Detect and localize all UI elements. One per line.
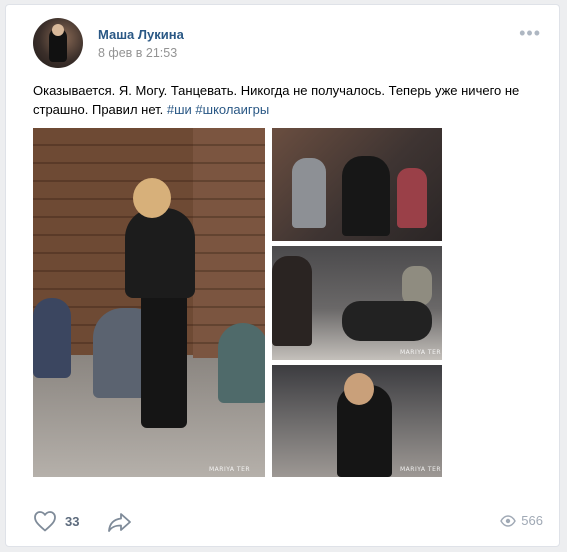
post-text-main: Оказывается. Я. Могу. Танцевать. Никогда…: [33, 83, 520, 117]
views-count: 566: [521, 513, 543, 528]
eye-icon: [500, 514, 517, 527]
like-button[interactable]: 33: [33, 510, 79, 532]
like-count: 33: [65, 513, 80, 529]
share-icon: [108, 513, 131, 532]
heart-icon: [34, 511, 56, 532]
author-avatar[interactable]: [33, 18, 83, 68]
more-dots-icon[interactable]: •••: [519, 24, 541, 42]
share-button[interactable]: [107, 511, 133, 538]
photo-watermark: MARIYA TER: [209, 466, 251, 473]
photo-watermark: MARIYA TER: [400, 466, 442, 473]
post-card: Маша Лукина 8 фев в 21:53 ••• Оказываетс…: [5, 4, 560, 547]
post-date[interactable]: 8 фев в 21:53: [98, 46, 177, 60]
avatar-head: [52, 24, 64, 36]
photo-3[interactable]: MARIYA TER: [272, 246, 442, 360]
photo-main[interactable]: MARIYA TER: [33, 128, 265, 477]
photo-watermark: MARIYA TER: [400, 349, 442, 356]
post-actions: 33 566: [33, 510, 543, 534]
photo-2[interactable]: [272, 128, 442, 241]
views-counter: 566: [500, 513, 543, 528]
post-text: Оказывается. Я. Могу. Танцевать. Никогда…: [33, 81, 533, 119]
photo-4[interactable]: MARIYA TER: [272, 365, 442, 477]
hashtag-shi[interactable]: #ши: [167, 102, 192, 117]
author-name[interactable]: Маша Лукина: [98, 27, 184, 42]
hashtag-shkolaigry[interactable]: #школаигры: [195, 102, 269, 117]
